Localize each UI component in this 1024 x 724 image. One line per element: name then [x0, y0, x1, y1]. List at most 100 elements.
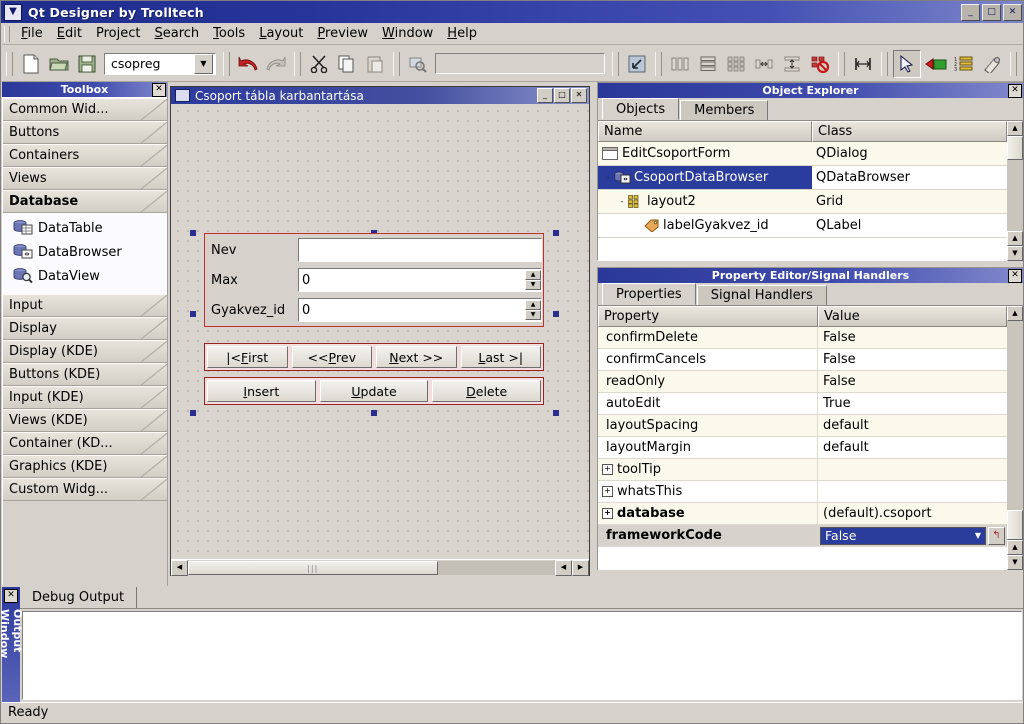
form-close-button[interactable]: ✕	[571, 88, 587, 103]
scroll-up-icon[interactable]: ▲	[1007, 121, 1023, 136]
toolbox-section-graphics-kde[interactable]: Graphics (KDE)	[3, 455, 167, 478]
push-button-icon[interactable]	[923, 51, 949, 77]
debug-output-text[interactable]	[22, 611, 1022, 700]
toolbar-grip-9[interactable]	[1010, 51, 1017, 76]
selection-handle[interactable]	[190, 410, 196, 416]
copy-icon[interactable]	[334, 51, 360, 77]
paste-icon[interactable]	[362, 51, 388, 77]
toolbox-section-display-kde[interactable]: Display (KDE)	[3, 340, 167, 363]
scroll-track[interactable]	[1007, 160, 1023, 231]
search-input[interactable]	[435, 53, 605, 74]
object-explorer-scrollbar[interactable]: ▲ ▲ ▼	[1007, 121, 1023, 261]
close-icon[interactable]: ✕	[1008, 269, 1022, 283]
toolbar-grip-5[interactable]	[612, 51, 619, 76]
expander-icon[interactable]: +	[602, 464, 613, 475]
toolbox-item-datatable[interactable]: DataTable	[3, 216, 167, 240]
next-button[interactable]: Next >>	[376, 346, 457, 368]
chevron-down-icon[interactable]: ▼	[971, 531, 985, 540]
toolbar-grip-2[interactable]	[223, 51, 230, 76]
scroll-track-upper[interactable]	[1007, 321, 1023, 510]
save-icon[interactable]	[74, 51, 100, 77]
property-row[interactable]: + whatsThis	[598, 481, 1007, 503]
selection-handle[interactable]	[371, 410, 377, 416]
toolbox-section-database[interactable]: Database	[3, 190, 167, 213]
selection-handle[interactable]	[190, 230, 196, 236]
scroll-thumb[interactable]	[1007, 136, 1023, 160]
cut-icon[interactable]	[306, 51, 332, 77]
toolbox-section-display[interactable]: Display	[3, 317, 167, 340]
menu-help[interactable]: Help	[440, 24, 484, 43]
insert-button[interactable]: Insert	[207, 380, 316, 402]
framework-code-combo[interactable]: False ▼	[820, 526, 986, 545]
layout-horizontal-icon[interactable]	[667, 51, 693, 77]
property-row[interactable]: confirmDelete False	[598, 327, 1007, 349]
break-layout-icon[interactable]	[807, 51, 833, 77]
form-minimize-button[interactable]: _	[537, 88, 553, 103]
tab-signal-handlers[interactable]: Signal Handlers	[696, 285, 827, 305]
toolbox-item-databrowser[interactable]: DataBrowser	[3, 240, 167, 264]
form-canvas[interactable]: Nev Max 0 ▲ ▼ Gyakvez_id 0 ▲ ▼ |< F irst…	[171, 104, 589, 559]
spin-down-icon[interactable]: ▼	[525, 280, 541, 290]
toolbox-section-input-kde[interactable]: Input (KDE)	[3, 386, 167, 409]
add-spacer-icon[interactable]	[850, 51, 876, 77]
delete-button[interactable]: Delete	[432, 380, 542, 402]
scroll-left-icon[interactable]: ◀	[171, 560, 188, 576]
expander-icon[interactable]: +	[602, 508, 613, 519]
open-folder-icon[interactable]	[46, 51, 72, 77]
spin-up-icon[interactable]: ▲	[525, 300, 541, 310]
property-row[interactable]: autoEdit True	[598, 393, 1007, 415]
toolbox-item-dataview[interactable]: DataView	[3, 264, 167, 288]
menu-tools[interactable]: Tools	[206, 24, 252, 43]
expander-icon[interactable]: +	[602, 486, 613, 497]
find-icon[interactable]	[405, 51, 431, 77]
close-icon[interactable]: ✕	[4, 589, 18, 603]
property-value[interactable]: default	[818, 437, 1007, 459]
pointer-icon[interactable]	[893, 49, 921, 78]
close-icon[interactable]: ✕	[1008, 84, 1022, 98]
undo-icon[interactable]	[235, 51, 261, 77]
max-spinbox-arrows[interactable]: ▲ ▼	[525, 270, 541, 290]
redo-icon[interactable]	[263, 51, 289, 77]
first-button[interactable]: |< First	[207, 346, 288, 368]
table-row[interactable]: - CsoportDataBrowser QDataBrowser	[598, 166, 1007, 190]
project-combo[interactable]: csopreg ▼	[104, 52, 216, 75]
gyakvez-id-spinbox-arrows[interactable]: ▲ ▼	[525, 300, 541, 320]
toolbox-section-buttons-kde[interactable]: Buttons (KDE)	[3, 363, 167, 386]
scroll-track[interactable]: |||	[188, 561, 555, 575]
property-value[interactable]: False	[818, 349, 1007, 371]
property-value[interactable]: default	[818, 415, 1007, 437]
selection-handle[interactable]	[553, 311, 559, 317]
column-header-name[interactable]: Name	[598, 121, 812, 142]
scroll-left-icon-2[interactable]: ◀	[555, 560, 572, 576]
menu-project[interactable]: Project	[89, 24, 148, 43]
gyakvez-id-spinbox[interactable]: 0 ▲ ▼	[298, 298, 542, 322]
layout-grid-icon[interactable]	[723, 51, 749, 77]
scroll-up-icon[interactable]: ▲	[1007, 306, 1023, 321]
scroll-up-icon-2[interactable]: ▲	[1007, 540, 1023, 555]
close-button[interactable]: ✕	[1003, 3, 1022, 21]
tree-expander[interactable]: -	[616, 197, 628, 207]
property-row[interactable]: + toolTip	[598, 459, 1007, 481]
toolbar-grip-1[interactable]	[6, 51, 13, 76]
property-row[interactable]: confirmCancels False	[598, 349, 1007, 371]
property-editor-scrollbar[interactable]: ▲ ▲ ▼	[1007, 306, 1023, 570]
chevron-down-icon[interactable]: ▼	[4, 3, 22, 21]
toolbox-section-input[interactable]: Input	[3, 294, 167, 317]
prev-button[interactable]: << Prev	[291, 346, 372, 368]
selection-handle[interactable]	[553, 410, 559, 416]
adjust-size-icon[interactable]	[624, 51, 650, 77]
menu-search[interactable]: Search	[147, 24, 206, 43]
revert-arrow-icon[interactable]: ↰	[988, 526, 1005, 545]
menu-preview[interactable]: Preview	[310, 24, 375, 43]
toolbar-grip-3[interactable]	[294, 51, 301, 76]
form-field-grid[interactable]: Nev Max 0 ▲ ▼ Gyakvez_id 0 ▲ ▼	[204, 233, 544, 327]
property-row[interactable]: + database (default).csoport	[598, 503, 1007, 525]
column-header-property[interactable]: Property	[598, 306, 818, 327]
property-value[interactable]	[818, 481, 1007, 503]
property-value[interactable]	[818, 459, 1007, 481]
property-row[interactable]: layoutSpacing default	[598, 415, 1007, 437]
scroll-down-icon[interactable]: ▼	[1007, 246, 1023, 261]
toolbox-section-views[interactable]: Views	[3, 167, 167, 190]
toolbar-grip-7[interactable]	[838, 51, 845, 76]
scroll-thumb[interactable]: |||	[188, 561, 438, 575]
